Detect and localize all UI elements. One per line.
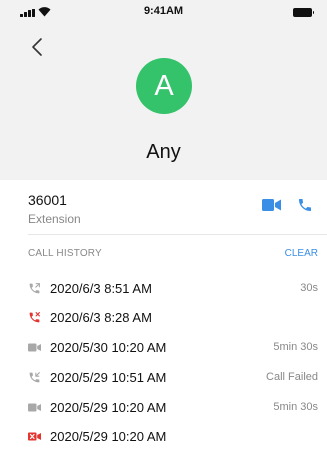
call-date: 2020/6/3 8:51 AM — [50, 281, 152, 296]
battery-icon — [293, 8, 314, 17]
call-date: 2020/5/30 10:20 AM — [50, 340, 167, 355]
call-history-title: CALL HISTORY — [28, 248, 102, 259]
call-history-row[interactable]: 2020/6/3 8:51 AM 30s — [0, 277, 327, 303]
status-time: 9:41AM — [143, 5, 184, 17]
back-button[interactable] — [28, 36, 48, 58]
call-duration: 5min 30s — [273, 341, 318, 353]
missed-call-icon — [29, 312, 40, 323]
divider — [28, 234, 327, 235]
call-history-row[interactable]: 2020/5/29 10:20 AM 5min 30s — [0, 396, 327, 422]
extension-number: 36001 — [28, 192, 67, 208]
avatar: A — [136, 58, 192, 114]
call-history-row[interactable]: 2020/6/3 8:28 AM — [0, 306, 327, 332]
incoming-call-icon — [29, 372, 40, 383]
video-call-button[interactable] — [262, 199, 281, 211]
call-history-row[interactable]: 2020/5/29 10:51 AM Call Failed — [0, 366, 327, 392]
phone-call-button[interactable] — [297, 197, 313, 213]
call-history-row[interactable]: 2020/5/30 10:20 AM 5min 30s — [0, 336, 327, 362]
missed-video-call-icon — [28, 432, 41, 441]
outgoing-call-icon — [29, 283, 40, 294]
video-call-icon — [28, 403, 41, 412]
call-date: 2020/5/29 10:51 AM — [50, 370, 167, 385]
call-duration: 5min 30s — [273, 401, 318, 413]
clear-history-button[interactable]: CLEAR — [285, 248, 318, 259]
call-date: 2020/5/29 10:20 AM — [50, 400, 167, 415]
call-status: Call Failed — [266, 371, 318, 383]
extension-label: Extension — [28, 212, 81, 226]
contact-header: 9:41AM A Any — [0, 0, 327, 180]
contact-name: Any — [146, 141, 181, 163]
call-duration: 30s — [300, 282, 318, 294]
status-bar: 9:41AM — [0, 0, 327, 22]
call-date: 2020/6/3 8:28 AM — [50, 310, 152, 325]
call-history-row[interactable]: 2020/5/29 10:20 AM — [0, 425, 327, 451]
video-call-icon — [28, 343, 41, 352]
call-date: 2020/5/29 10:20 AM — [50, 429, 167, 444]
